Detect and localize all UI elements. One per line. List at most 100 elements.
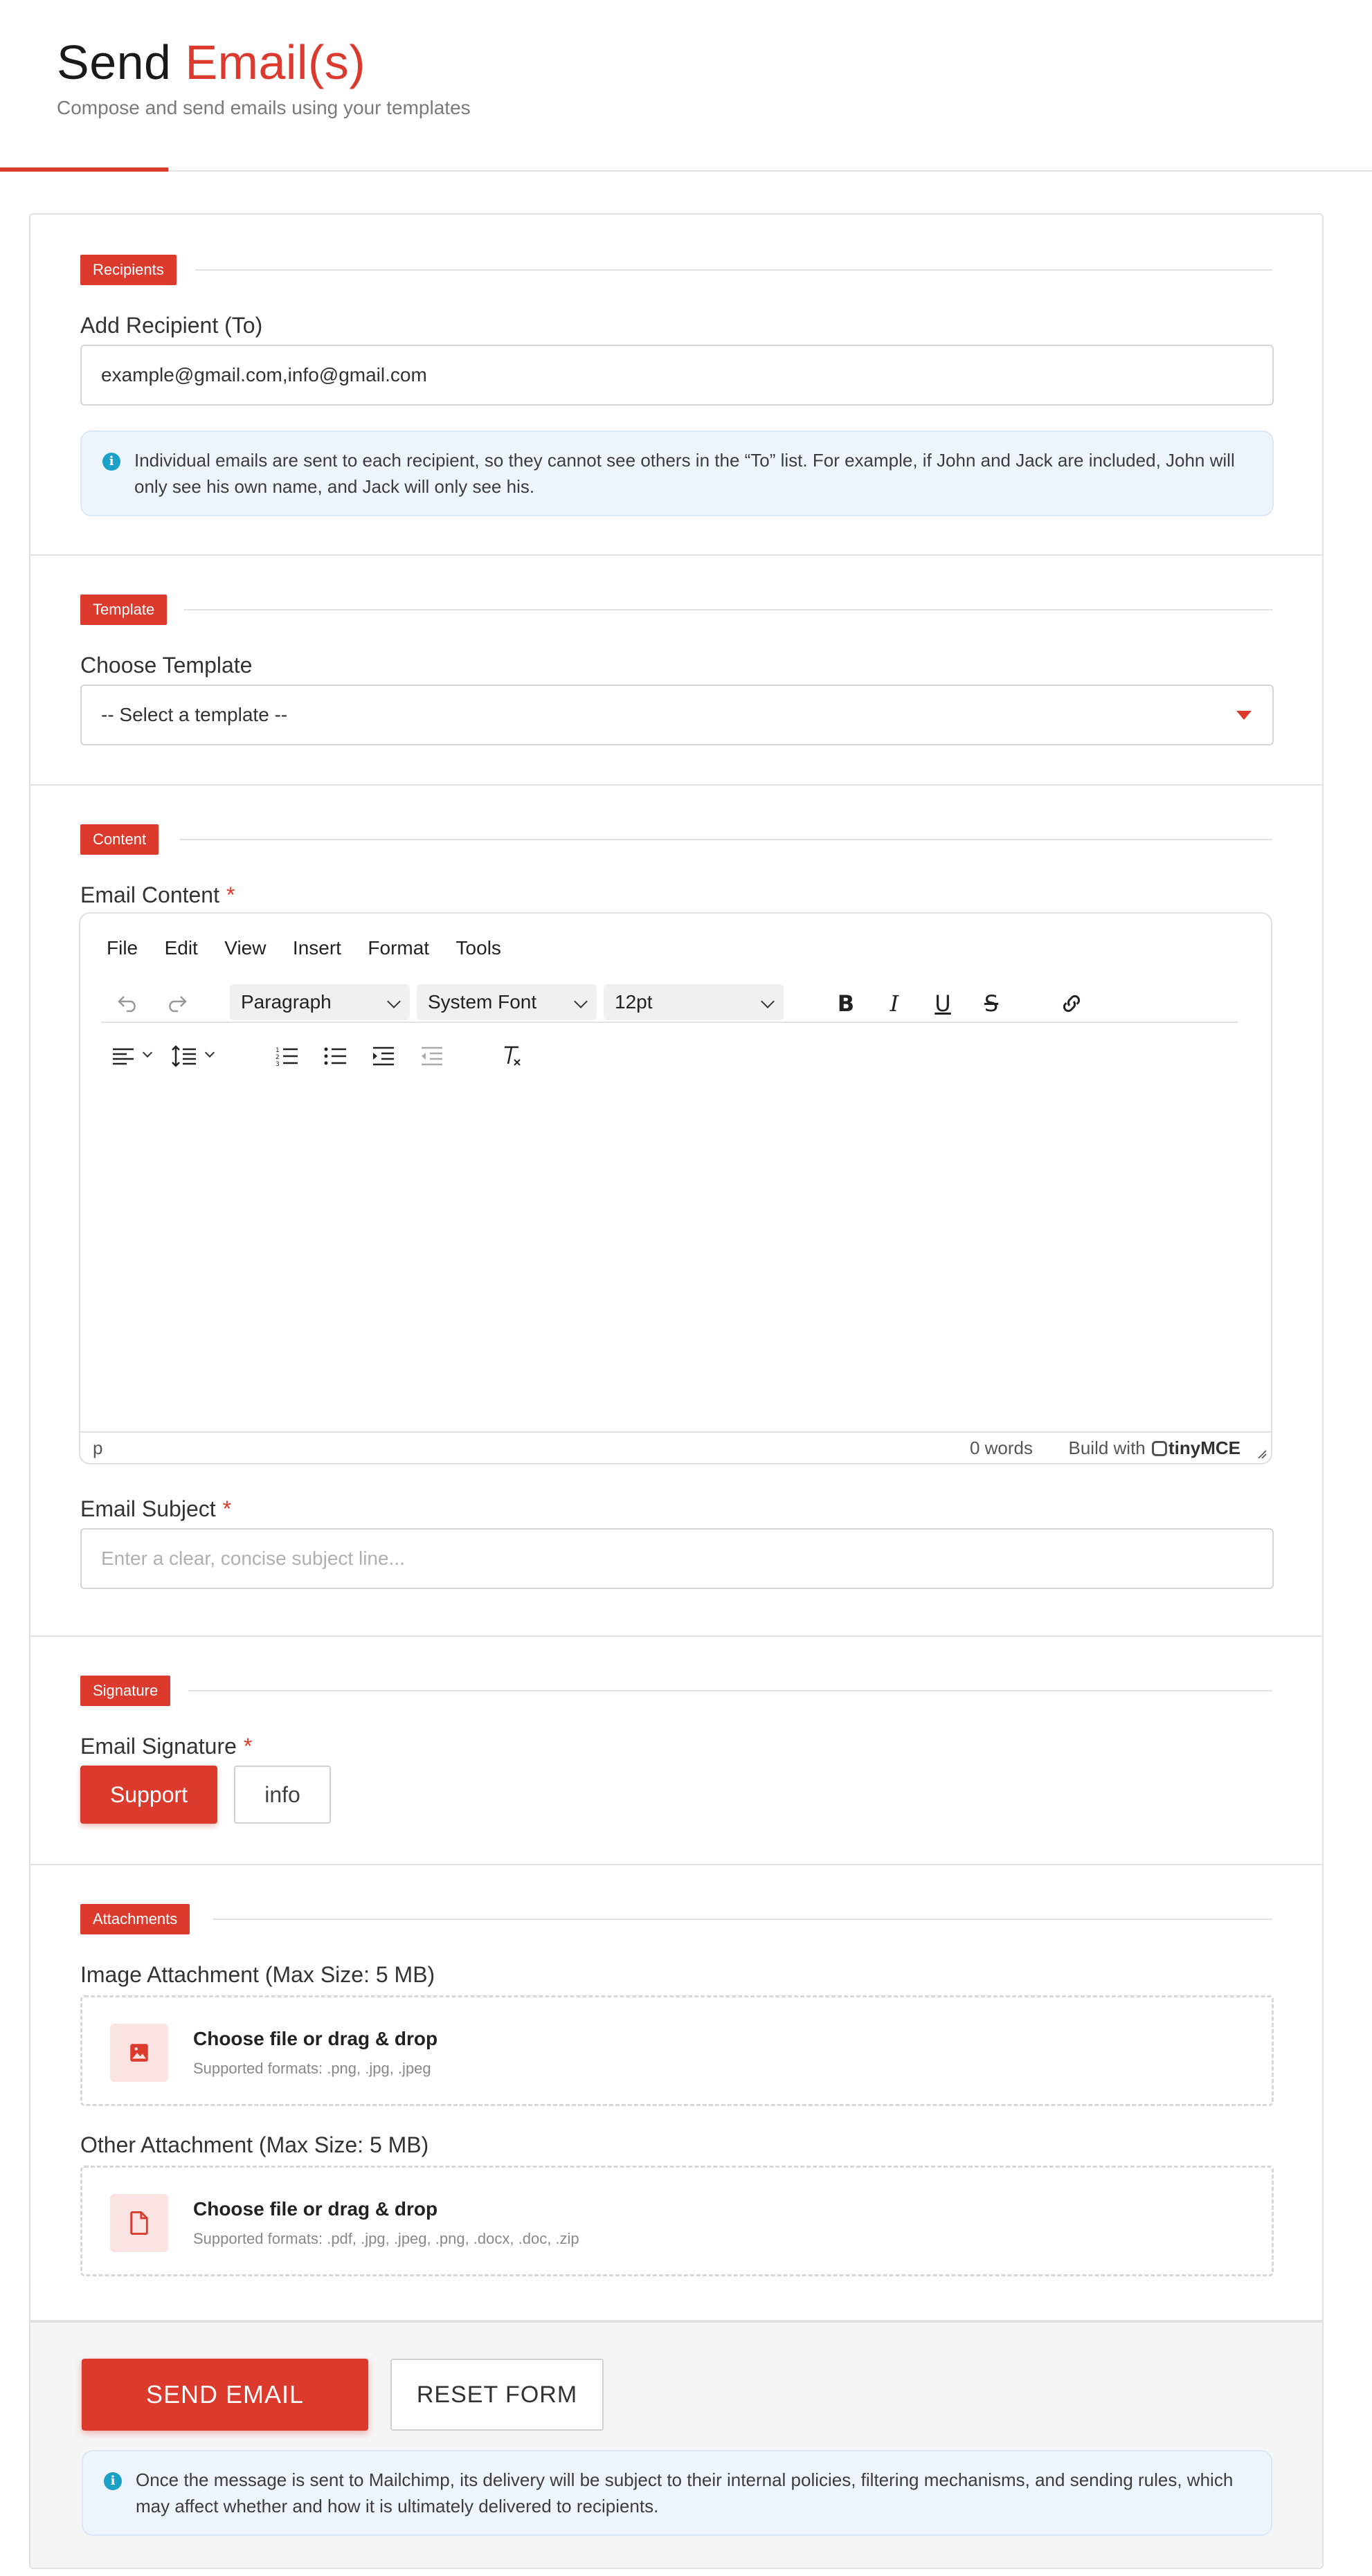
other-attachment-label: Other Attachment (Max Size: 5 MB) <box>80 2132 429 2157</box>
element-path[interactable]: p <box>93 1433 102 1463</box>
numbered-list-icon[interactable]: 123 <box>270 1041 303 1071</box>
editor-content-area[interactable] <box>80 1091 1271 1434</box>
file-icon <box>110 2194 168 2252</box>
page-title-part2: Email(s) <box>185 35 366 89</box>
recipients-info-text: Individual emails are sent to each recip… <box>134 450 1235 497</box>
email-signature-label-text: Email Signature <box>80 1734 237 1759</box>
page-title-part1: Send <box>57 35 172 89</box>
block-format-dropdown[interactable]: Paragraph <box>230 984 410 1020</box>
tinymce-branding[interactable]: Build with tinyMCE <box>1068 1433 1240 1463</box>
info-icon: i <box>102 453 120 471</box>
email-subject-input[interactable]: Enter a clear, concise subject line... <box>80 1528 1274 1589</box>
other-dropzone-title: Choose file or drag & drop <box>193 2198 438 2220</box>
template-tag: Template <box>80 595 168 625</box>
template-label: Choose Template <box>80 653 253 678</box>
required-mark: * <box>243 1734 253 1759</box>
email-content-label-text: Email Content <box>80 882 219 907</box>
align-left-icon[interactable] <box>107 1041 140 1071</box>
recipient-input[interactable]: example@gmail.com,info@gmail.com <box>80 345 1274 406</box>
bold-icon[interactable]: B <box>829 988 863 1019</box>
template-section: Template Choose Template -- Select a tem… <box>30 556 1322 786</box>
section-divider <box>184 609 1272 610</box>
rich-text-editor-frame: File Edit View Insert Format Tools Parag… <box>79 912 1272 1464</box>
resize-handle-icon[interactable] <box>1256 1448 1267 1459</box>
menu-edit[interactable]: Edit <box>165 934 198 962</box>
delivery-info-box: i Once the message is sent to Mailchimp,… <box>82 2450 1272 2536</box>
image-icon <box>110 2024 168 2082</box>
template-tag-row: Template <box>80 595 1272 625</box>
reset-form-button[interactable]: RESET FORM <box>390 2359 604 2431</box>
chevron-down-icon <box>761 995 775 1008</box>
section-divider <box>213 1919 1272 1920</box>
brand-name: tinyMCE <box>1168 1437 1240 1458</box>
clear-formatting-icon[interactable] <box>496 1041 529 1071</box>
template-select[interactable]: -- Select a template -- <box>80 684 1274 745</box>
editor-toolbar: File Edit View Insert Format Tools Parag… <box>80 914 1271 1091</box>
menu-file[interactable]: File <box>107 934 138 962</box>
signature-option-info[interactable]: info <box>234 1766 331 1824</box>
font-family-dropdown[interactable]: System Font <box>417 984 597 1020</box>
link-icon[interactable] <box>1055 988 1088 1019</box>
menu-format[interactable]: Format <box>368 934 429 962</box>
signature-tag: Signature <box>80 1676 171 1706</box>
editor-statusbar: p 0 words Build with tinyMCE <box>80 1431 1271 1463</box>
other-dropzone-formats: Supported formats: .pdf, .jpg, .jpeg, .p… <box>193 2230 579 2247</box>
image-attachment-dropzone[interactable]: Choose file or drag & drop Supported for… <box>80 1995 1274 2106</box>
content-tag: Content <box>80 824 159 855</box>
template-select-value: -- Select a template -- <box>101 704 288 725</box>
recipients-info-box: i Individual emails are sent to each rec… <box>80 430 1274 516</box>
email-signature-label: Email Signature * <box>80 1734 252 1759</box>
font-size-value: 12pt <box>615 991 653 1013</box>
outdent-icon[interactable] <box>415 1041 449 1071</box>
font-size-dropdown[interactable]: 12pt <box>604 984 784 1020</box>
email-subject-label: Email Subject * <box>80 1496 231 1522</box>
svg-text:1: 1 <box>276 1047 280 1054</box>
section-divider <box>180 839 1272 840</box>
italic-icon[interactable]: I <box>878 988 911 1019</box>
required-mark: * <box>222 1496 232 1521</box>
brand-prefix: Build with <box>1068 1437 1146 1458</box>
chevron-down-icon <box>142 1047 153 1058</box>
recipients-tag-row: Recipients <box>80 255 1272 285</box>
word-count: 0 words <box>969 1437 1033 1458</box>
signature-tag-row: Signature <box>80 1676 1272 1706</box>
section-divider <box>188 1690 1272 1691</box>
send-email-button[interactable]: SEND EMAIL <box>82 2359 368 2431</box>
page-subtitle: Compose and send emails using your templ… <box>57 97 471 118</box>
form-actions-panel: SEND EMAIL RESET FORM i Once the message… <box>30 2320 1322 2568</box>
required-mark: * <box>226 882 235 907</box>
other-attachment-dropzone[interactable]: Choose file or drag & drop Supported for… <box>80 2166 1274 2276</box>
menu-tools[interactable]: Tools <box>456 934 501 962</box>
indent-icon[interactable] <box>367 1041 400 1071</box>
attachments-tag-row: Attachments <box>80 1904 1272 1934</box>
email-subject-label-text: Email Subject <box>80 1496 216 1521</box>
menu-insert[interactable]: Insert <box>293 934 341 962</box>
signature-section: Signature Email Signature * Support info <box>30 1637 1322 1865</box>
svg-text:3: 3 <box>276 1061 280 1067</box>
toolbar-row-1: Paragraph System Font 12pt B I U S <box>101 984 1238 1023</box>
svg-text:2: 2 <box>276 1054 280 1061</box>
caret-down-icon <box>1236 711 1252 720</box>
strikethrough-icon[interactable]: S <box>975 988 1008 1019</box>
chevron-down-icon <box>387 995 401 1008</box>
recipient-label: Add Recipient (To) <box>80 313 263 338</box>
chevron-down-icon <box>574 995 588 1008</box>
delivery-info-text: Once the message is sent to Mailchimp, i… <box>136 2469 1234 2516</box>
image-dropzone-formats: Supported formats: .png, .jpg, .jpeg <box>193 2060 431 2077</box>
line-height-icon[interactable] <box>168 1041 201 1071</box>
header-accent-bar <box>0 167 168 172</box>
chevron-down-icon <box>204 1047 215 1058</box>
menu-view[interactable]: View <box>224 934 266 962</box>
image-dropzone-title: Choose file or drag & drop <box>193 2028 438 2049</box>
redo-icon[interactable] <box>159 988 192 1019</box>
image-attachment-label: Image Attachment (Max Size: 5 MB) <box>80 1962 435 1987</box>
font-family-value: System Font <box>428 991 537 1013</box>
attachments-section: Attachments Image Attachment (Max Size: … <box>30 1865 1322 2320</box>
page-title: Send Email(s) <box>57 35 365 90</box>
editor-menubar: File Edit View Insert Format Tools <box>107 934 525 962</box>
page-header: Send Email(s) Compose and send emails us… <box>0 0 1372 172</box>
underline-icon[interactable]: U <box>926 988 959 1019</box>
signature-option-support[interactable]: Support <box>80 1766 217 1824</box>
bullet-list-icon[interactable] <box>318 1041 352 1071</box>
undo-icon[interactable] <box>112 988 145 1019</box>
